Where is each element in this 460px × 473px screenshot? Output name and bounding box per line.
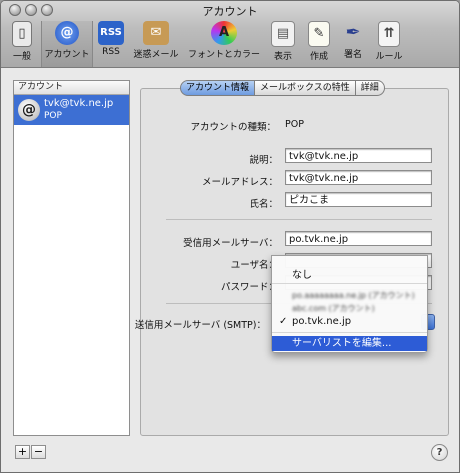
tab-account-info[interactable]: アカウント情報	[180, 80, 256, 96]
switch-icon: ▯	[12, 21, 32, 47]
toolbar-junk[interactable]: ✉ 迷惑メール	[131, 21, 181, 67]
toolbar-rss[interactable]: RSS RSS	[95, 21, 127, 67]
smtp-dropdown-menu[interactable]: なし po.aaaaaaaa.ne.jp (アカウント) abc.com (アカ…	[271, 255, 428, 353]
account-list[interactable]: アカウント @ tvk@tvk.ne.jp POP	[13, 80, 130, 436]
incoming-server-label: 受信用メールサーバ：	[183, 238, 278, 249]
toolbar-composing-label: 作成	[309, 52, 328, 62]
rss-icon: RSS	[98, 21, 124, 45]
rules-icon: ⇈	[378, 21, 400, 47]
remove-account-button[interactable]: −	[31, 445, 46, 459]
font-color-icon: A	[211, 21, 237, 45]
view-icon: ▤	[271, 21, 295, 47]
toolbar-composing[interactable]: ✎ 作成	[303, 21, 335, 67]
account-list-header: アカウント	[14, 81, 129, 95]
menu-item-edit-server-list[interactable]: サーバリストを編集...	[272, 336, 427, 351]
menu-item-edit-label: サーバリストを編集...	[292, 338, 392, 349]
toolbar-accounts-label: アカウント	[44, 50, 90, 60]
section-divider	[166, 219, 432, 220]
fullname-label: 氏名：	[249, 199, 278, 210]
toolbar-rules-label: ルール	[375, 52, 403, 62]
at-sign-icon: @	[18, 99, 40, 121]
list-item[interactable]: @ tvk@tvk.ne.jp POP	[14, 95, 129, 125]
menu-item-server-1-label: po.aaaaaaaa.ne.jp (アカウント)	[292, 291, 415, 300]
incoming-server-field[interactable]: po.tvk.ne.jp	[285, 231, 432, 246]
toolbar-viewing-label: 表示	[273, 52, 292, 62]
account-type-label: アカウントの種類：	[190, 122, 276, 133]
email-label: メールアドレス：	[201, 177, 278, 188]
fullname-field[interactable]: ピカこま	[285, 192, 432, 207]
account-type: POP	[44, 111, 62, 121]
toolbar-fonts[interactable]: A フォントとカラー	[185, 21, 263, 67]
preferences-window: アカウント ▯ 一般 @ アカウント RSS RSS ✉ 迷惑メール A フォン…	[0, 0, 460, 473]
toolbar-accounts[interactable]: @ アカウント	[41, 21, 93, 67]
toolbar-general-label: 一般	[12, 52, 31, 62]
toolbar-signatures[interactable]: ✒ 署名	[337, 21, 369, 67]
description-field[interactable]: tvk@tvk.ne.jp	[285, 148, 432, 163]
account-name: tvk@tvk.ne.jp	[44, 98, 114, 109]
menu-item-selected-label: po.tvk.ne.jp	[292, 316, 352, 327]
toolbar-signatures-label: 署名	[343, 50, 362, 60]
account-type-value: POP	[285, 119, 304, 130]
menu-item-server-2-label: abc.com (アカウント)	[292, 304, 375, 313]
toolbar-viewing[interactable]: ▤ 表示	[267, 21, 299, 67]
password-label: パスワード：	[220, 282, 278, 293]
tab-mailbox-behaviors[interactable]: メールボックスの特性	[255, 80, 356, 96]
toolbar-rss-label: RSS	[102, 47, 120, 57]
toolbar-fonts-label: フォントとカラー	[187, 50, 260, 60]
menu-separator	[272, 283, 427, 284]
help-button[interactable]: ?	[431, 444, 448, 461]
toolbar-junk-label: 迷惑メール	[133, 50, 179, 60]
signature-icon: ✒	[345, 22, 361, 43]
tab-bar: アカウント情報 メールボックスの特性 詳細	[180, 80, 385, 96]
junk-mail-icon: ✉	[143, 21, 169, 45]
toolbar: アカウント ▯ 一般 @ アカウント RSS RSS ✉ 迷惑メール A フォン…	[1, 1, 459, 68]
menu-separator-2	[272, 332, 427, 333]
toolbar-general[interactable]: ▯ 一般	[7, 21, 37, 67]
smtp-label: 送信用メールサーバ (SMTP)：	[134, 320, 266, 331]
at-sign-icon: @	[55, 21, 79, 45]
checkmark-icon: ✓	[279, 316, 288, 327]
menu-item-none-label: なし	[292, 270, 312, 281]
window-title: アカウント	[202, 5, 258, 18]
email-field[interactable]: tvk@tvk.ne.jp	[285, 170, 432, 185]
description-label: 説明：	[249, 155, 278, 166]
compose-icon: ✎	[308, 21, 330, 47]
add-account-button[interactable]: +	[15, 445, 30, 459]
toolbar-rules[interactable]: ⇈ ルール	[371, 21, 407, 67]
tab-advanced[interactable]: 詳細	[355, 80, 385, 96]
